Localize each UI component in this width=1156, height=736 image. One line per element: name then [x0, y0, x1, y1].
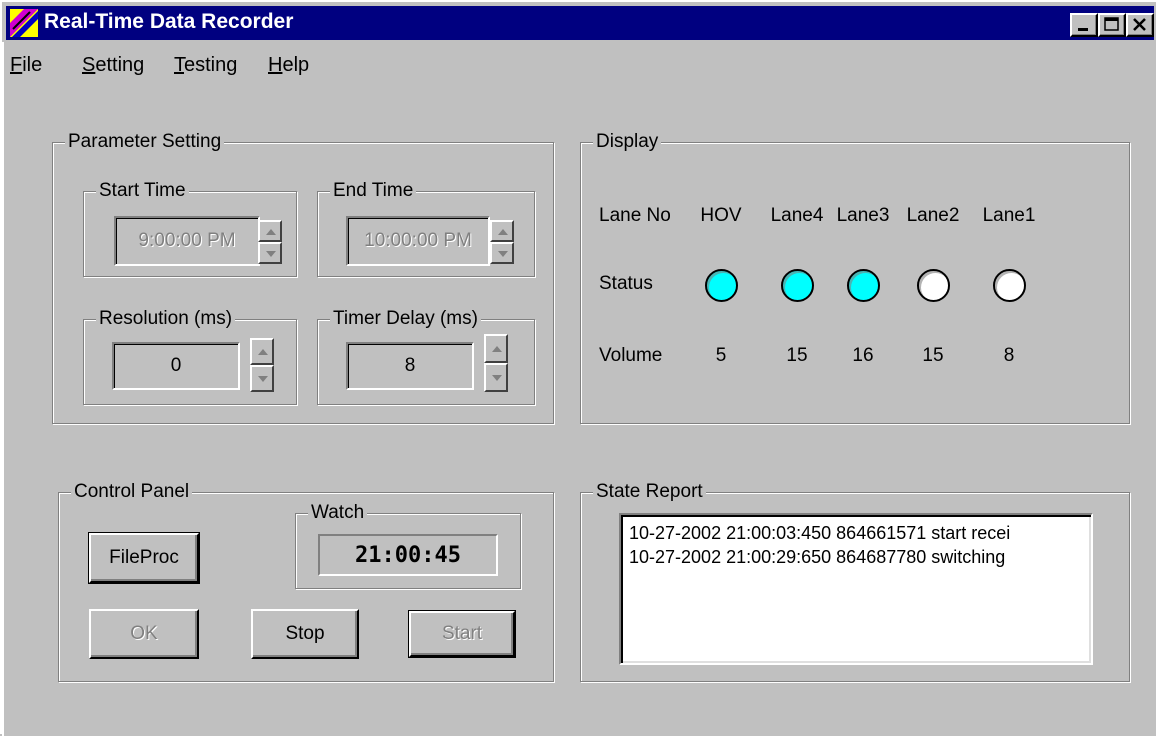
- volume-label: Volume: [599, 345, 663, 366]
- report-line: 10-27-2002 21:00:03:450 864661571 start …: [629, 523, 1011, 543]
- parameter-setting-group: Parameter Setting Start Time 9:00:00 PM …: [52, 130, 554, 424]
- end-time-group: End Time 10:00:00 PM: [317, 179, 535, 277]
- end-time-up-button[interactable]: [490, 220, 514, 242]
- app-window: Real-Time Data Recorder File Setting Tes…: [0, 0, 1156, 736]
- resolution-down-button[interactable]: [250, 365, 274, 392]
- lane-no-label: Lane No: [599, 205, 671, 226]
- window-title: Real-Time Data Recorder: [44, 10, 294, 33]
- lane-status-indicator: [847, 269, 880, 302]
- close-icon: [1133, 18, 1146, 31]
- timer-delay-group: Timer Delay (ms) 8: [317, 307, 535, 405]
- control-panel-group: Control Panel FileProc Watch 21:00:45 OK…: [58, 480, 554, 682]
- state-report-log[interactable]: 10-27-2002 21:00:03:450 864661571 start …: [619, 513, 1093, 665]
- control-panel-title: Control Panel: [71, 480, 193, 504]
- menu-testing-rest: esting: [184, 54, 238, 76]
- lane-status-indicator: [781, 269, 814, 302]
- start-time-up-button[interactable]: [258, 220, 282, 242]
- lane-name: Lane1: [982, 205, 1036, 226]
- start-time-field[interactable]: 9:00:00 PM: [114, 216, 260, 266]
- start-time-spinner[interactable]: [258, 220, 282, 264]
- start-time-group: Start Time 9:00:00 PM: [83, 179, 297, 277]
- menu-file[interactable]: File: [10, 54, 42, 77]
- start-time-value: 9:00:00 PM: [138, 230, 236, 251]
- close-button[interactable]: [1126, 13, 1154, 37]
- minimize-button[interactable]: [1070, 13, 1098, 37]
- timer-delay-up-button[interactable]: [484, 334, 508, 363]
- timer-delay-field[interactable]: 8: [346, 342, 474, 390]
- menu-file-rest: ile: [22, 54, 43, 76]
- menu-setting-accel: S: [82, 54, 96, 76]
- resolution-spinner[interactable]: [250, 338, 274, 392]
- lane-status-indicator: [705, 269, 738, 302]
- lane-status-indicator: [917, 269, 950, 302]
- resolution-label: Resolution (ms): [96, 307, 236, 331]
- arrow-down-icon: [498, 251, 508, 257]
- ok-button[interactable]: OK: [89, 609, 199, 659]
- resolution-value: 0: [170, 355, 182, 376]
- menu-setting-rest: etting: [95, 54, 145, 76]
- end-time-spinner[interactable]: [490, 220, 514, 264]
- start-button[interactable]: Start: [408, 610, 516, 658]
- lane-volume: 15: [922, 345, 944, 366]
- parameter-setting-title: Parameter Setting: [65, 130, 225, 154]
- window-edge: [2, 42, 4, 736]
- lane-volume: 8: [1003, 345, 1015, 366]
- end-time-value: 10:00:00 PM: [364, 230, 472, 251]
- state-report-title: State Report: [593, 480, 706, 504]
- arrow-up-icon: [258, 349, 268, 355]
- maximize-button[interactable]: [1098, 13, 1126, 37]
- start-time-down-button[interactable]: [258, 242, 282, 264]
- state-report-group: State Report 10-27-2002 21:00:03:450 864…: [580, 480, 1130, 682]
- lane-name: Lane2: [906, 205, 960, 226]
- arrow-down-icon: [258, 376, 268, 382]
- end-time-label: End Time: [330, 179, 417, 203]
- lane-name: HOV: [700, 205, 742, 226]
- timer-delay-value: 8: [404, 355, 416, 376]
- arrow-up-icon: [266, 229, 276, 235]
- menu-file-accel: F: [10, 54, 23, 76]
- menu-setting[interactable]: Setting: [82, 54, 144, 77]
- menu-help[interactable]: Help: [268, 54, 309, 77]
- start-time-label: Start Time: [96, 179, 189, 203]
- timer-delay-down-button[interactable]: [484, 363, 508, 392]
- arrow-down-icon: [266, 251, 276, 257]
- arrow-up-icon: [492, 346, 502, 352]
- timer-delay-spinner[interactable]: [484, 334, 508, 392]
- menu-help-accel: H: [268, 54, 283, 76]
- display-group: Display Lane No Status Volume HOV 5 Lane4 1…: [580, 130, 1130, 424]
- status-label: Status: [599, 273, 653, 294]
- end-time-down-button[interactable]: [490, 242, 514, 264]
- resolution-field[interactable]: 0: [112, 342, 240, 390]
- title-bar[interactable]: Real-Time Data Recorder: [6, 6, 1154, 40]
- lane-status-indicator: [993, 269, 1026, 302]
- resolution-group: Resolution (ms) 0: [83, 307, 297, 405]
- lane-volume: 5: [715, 345, 727, 366]
- arrow-down-icon: [492, 375, 502, 381]
- end-time-field[interactable]: 10:00:00 PM: [346, 216, 490, 266]
- menu-help-rest: elp: [282, 54, 310, 76]
- report-line: 10-27-2002 21:00:29:650 864687780 switch…: [629, 547, 1006, 567]
- stop-button[interactable]: Stop: [251, 609, 359, 659]
- app-icon: [10, 9, 38, 37]
- timer-delay-label: Timer Delay (ms): [330, 307, 481, 331]
- menu-testing-accel: T: [174, 54, 184, 76]
- arrow-up-icon: [498, 229, 508, 235]
- fileproc-button[interactable]: FileProc: [88, 532, 200, 584]
- watch-label: Watch: [308, 501, 368, 525]
- display-title: Display: [593, 130, 662, 154]
- menu-testing[interactable]: Testing: [174, 54, 237, 77]
- minimize-icon: [1078, 28, 1088, 31]
- maximize-icon: [1104, 17, 1119, 31]
- resolution-up-button[interactable]: [250, 338, 274, 365]
- watch-clock: 21:00:45: [318, 534, 498, 576]
- watch-group: Watch 21:00:45: [295, 501, 521, 589]
- lane-volume: 16: [852, 345, 874, 366]
- lane-name: Lane3: [836, 205, 890, 226]
